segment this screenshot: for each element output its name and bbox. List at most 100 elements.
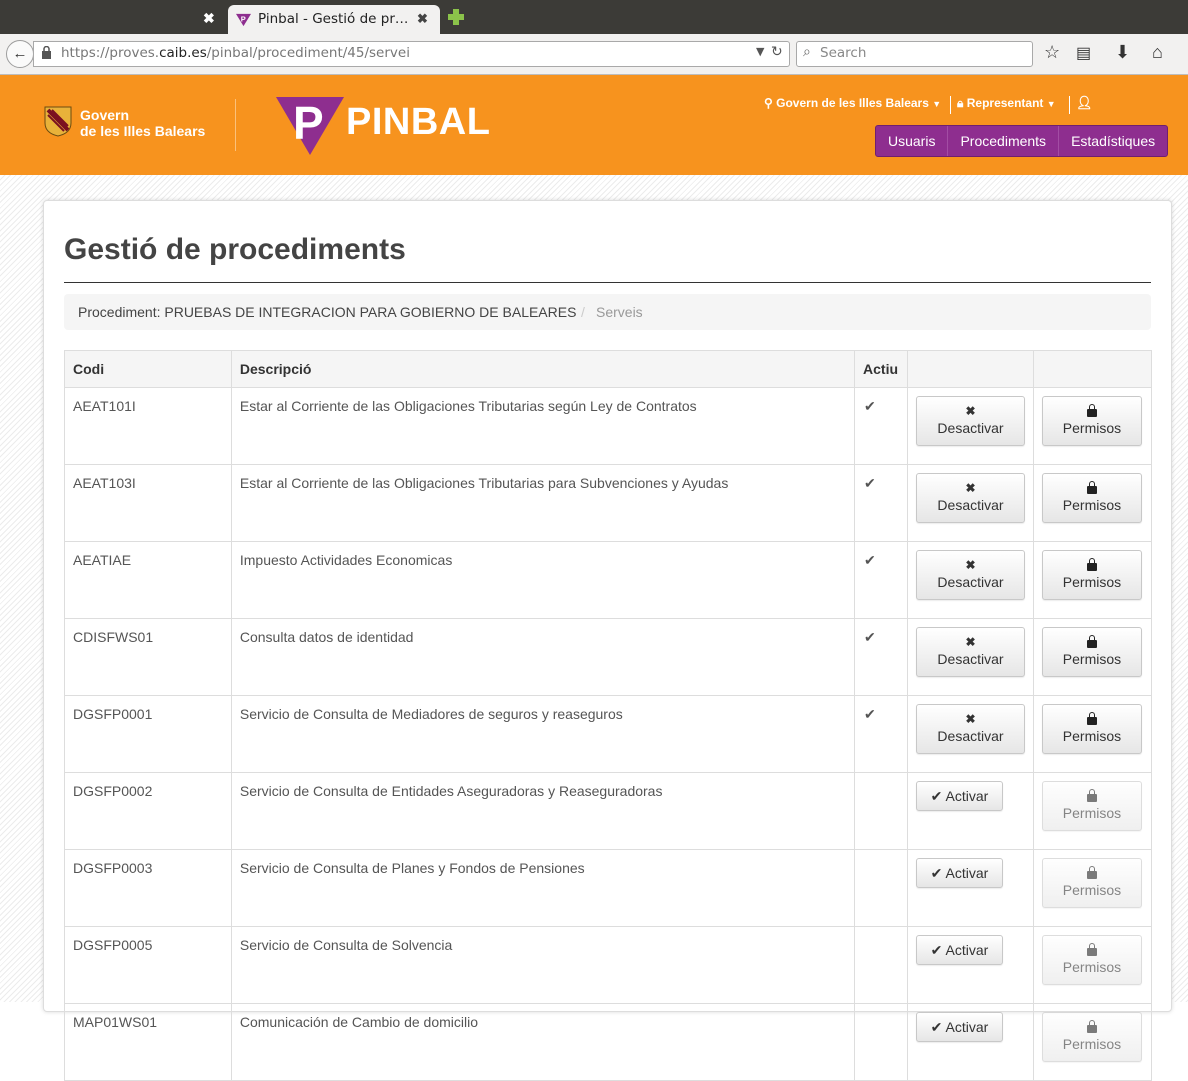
menu-item-usuaris[interactable]: Usuaris bbox=[876, 126, 949, 156]
deactivate-button[interactable]: ✖ Desactivar bbox=[916, 704, 1025, 754]
activate-button[interactable]: ✔ Activar bbox=[916, 935, 1003, 965]
tab-title: Pinbal - Gestió de pr… bbox=[258, 11, 409, 27]
cell-description: Servicio de Consulta de Entidades Asegur… bbox=[230, 772, 856, 850]
permissions-button[interactable]: Permisos bbox=[1041, 781, 1142, 831]
site-header: Govern de les Illes Balears P PINBAL ⚲ G… bbox=[0, 75, 1188, 175]
table-row: DGSFP0001 Servicio de Consulta de Mediado… bbox=[64, 695, 1153, 773]
browser-nav-bar: ← https://proves.caib.es/pinbal/procedim… bbox=[0, 34, 1188, 75]
close-tab-icon[interactable]: ✖ bbox=[203, 10, 215, 27]
check-icon: ✔ bbox=[864, 475, 876, 491]
role-menu[interactable]: 🔒︎ Representant ▼ bbox=[957, 96, 1056, 111]
cell-active bbox=[854, 926, 908, 1004]
permissions-button[interactable]: Permisos bbox=[1041, 396, 1142, 446]
cell-active: ✔ bbox=[854, 464, 908, 542]
caret-down-icon: ▼ bbox=[932, 99, 942, 109]
cell-description: Impuesto Actividades Economicas bbox=[230, 541, 856, 619]
cell-description: Estar al Corriente de las Obligaciones T… bbox=[230, 464, 856, 542]
check-icon: ✔ bbox=[864, 706, 876, 722]
back-icon[interactable]: ← bbox=[6, 40, 34, 68]
user-icon[interactable]: 👤︎ bbox=[1076, 95, 1093, 111]
close-tab-icon[interactable]: ✖ bbox=[417, 11, 428, 27]
cell-action: ✔ Activar bbox=[907, 849, 1034, 927]
user-bar: ⚲ Govern de les Illes Balears ▼ 🔒︎ Repre… bbox=[0, 95, 1188, 114]
column-header-descripcio: Descripció bbox=[230, 350, 856, 388]
cell-permissions: Permisos bbox=[1032, 541, 1153, 619]
deactivate-button[interactable]: ✖ Desactivar bbox=[916, 550, 1025, 600]
times-icon: ✖ bbox=[965, 481, 976, 495]
activate-button[interactable]: ✔ Activar bbox=[916, 858, 1003, 888]
cell-code: AEATIAE bbox=[64, 541, 232, 619]
cell-active bbox=[854, 849, 908, 927]
cell-action: ✔ Activar bbox=[907, 1003, 1034, 1081]
cell-code: AEAT101I bbox=[64, 387, 232, 465]
permissions-button[interactable]: Permisos bbox=[1041, 1012, 1142, 1062]
cell-code: MAP01WS01 bbox=[64, 1003, 232, 1081]
permissions-button[interactable]: Permisos bbox=[1041, 935, 1142, 985]
pinbal-favicon-icon: P bbox=[236, 13, 251, 27]
lock-icon bbox=[1086, 1020, 1097, 1033]
column-header-action bbox=[907, 350, 1034, 388]
cell-code: AEAT103I bbox=[64, 464, 232, 542]
table-row: CDISFWS01 Consulta datos de identidad ✔ ✖ De… bbox=[64, 618, 1153, 696]
lock-icon bbox=[1086, 481, 1097, 494]
lock-icon bbox=[1086, 558, 1097, 571]
cell-permissions: Permisos bbox=[1032, 1003, 1153, 1081]
cell-description: Servicio de Consulta de Solvencia bbox=[230, 926, 856, 1004]
cell-code: DGSFP0002 bbox=[64, 772, 232, 850]
reload-icon[interactable]: ↻ bbox=[771, 44, 783, 60]
table-row: MAP01WS01 Comunicación de Cambio de domic… bbox=[64, 1003, 1153, 1081]
activate-button[interactable]: ✔ Activar bbox=[916, 1012, 1003, 1042]
search-input[interactable]: ⌕ Search bbox=[796, 41, 1033, 67]
new-tab-icon[interactable] bbox=[448, 9, 464, 25]
cell-code: DGSFP0005 bbox=[64, 926, 232, 1004]
table-header-row: Codi Descripció Actiu bbox=[64, 350, 1153, 388]
lock-icon bbox=[1086, 943, 1097, 956]
entity-menu[interactable]: ⚲ Govern de les Illes Balears ▼ bbox=[764, 96, 941, 110]
menu-item-procediments[interactable]: Procediments bbox=[948, 126, 1060, 156]
browser-tab-bar: ✖ P Pinbal - Gestió de pr… ✖ bbox=[0, 0, 1188, 34]
cell-code: CDISFWS01 bbox=[64, 618, 232, 696]
url-text: https://proves.caib.es/pinbal/procedimen… bbox=[61, 45, 410, 61]
breadcrumb-procedure[interactable]: Procediment: PRUEBAS DE INTEGRACION PARA… bbox=[78, 294, 576, 330]
bookmark-star-icon[interactable]: ☆ bbox=[1044, 42, 1060, 63]
permissions-button[interactable]: Permisos bbox=[1041, 704, 1142, 754]
permissions-button[interactable]: Permisos bbox=[1041, 473, 1142, 523]
search-icon: ⌕ bbox=[803, 44, 811, 60]
cell-action: ✖ Desactivar bbox=[907, 464, 1034, 542]
map-marker-icon: ⚲ bbox=[764, 96, 773, 110]
table-row: DGSFP0005 Servicio de Consulta de Solvenc… bbox=[64, 926, 1153, 1004]
times-icon: ✖ bbox=[965, 635, 976, 649]
deactivate-button[interactable]: ✖ Desactivar bbox=[916, 473, 1025, 523]
main-menu: Usuaris Procediments Estadístiques bbox=[875, 125, 1169, 157]
breadcrumb-separator: / bbox=[581, 304, 585, 320]
permissions-button[interactable]: Permisos bbox=[1041, 627, 1142, 677]
permissions-button[interactable]: Permisos bbox=[1041, 550, 1142, 600]
menu-item-estadistiques[interactable]: Estadístiques bbox=[1059, 126, 1167, 156]
activate-button[interactable]: ✔ Activar bbox=[916, 781, 1003, 811]
home-icon[interactable]: ⌂ bbox=[1152, 42, 1163, 63]
cell-permissions: Permisos bbox=[1032, 695, 1153, 773]
cell-active: ✔ bbox=[854, 618, 908, 696]
deactivate-button[interactable]: ✖ Desactivar bbox=[916, 396, 1025, 446]
cell-action: ✖ Desactivar bbox=[907, 695, 1034, 773]
download-icon[interactable]: ⬇ bbox=[1115, 42, 1130, 63]
browser-tab-active[interactable]: P Pinbal - Gestió de pr… ✖ bbox=[228, 5, 440, 34]
user-bar-divider bbox=[1069, 96, 1070, 114]
lock-icon bbox=[1086, 635, 1097, 648]
lock-icon bbox=[1086, 866, 1097, 879]
reading-list-icon[interactable]: ▤ bbox=[1076, 43, 1091, 63]
cell-active: ✔ bbox=[854, 387, 908, 465]
cell-active bbox=[854, 1003, 908, 1081]
search-placeholder: Search bbox=[820, 45, 867, 61]
url-bar[interactable]: https://proves.caib.es/pinbal/procedimen… bbox=[33, 41, 790, 67]
breadcrumb-current: Serveis bbox=[596, 304, 643, 320]
table-row: AEATIAE Impuesto Actividades Economicas ✔ ✖… bbox=[64, 541, 1153, 619]
deactivate-button[interactable]: ✖ Desactivar bbox=[916, 627, 1025, 677]
cell-permissions: Permisos bbox=[1032, 849, 1153, 927]
cell-permissions: Permisos bbox=[1032, 772, 1153, 850]
url-dropdown-icon[interactable]: ▼ bbox=[756, 45, 764, 58]
lock-icon bbox=[42, 46, 51, 59]
permissions-button[interactable]: Permisos bbox=[1041, 858, 1142, 908]
cell-action: ✔ Activar bbox=[907, 926, 1034, 1004]
cell-action: ✖ Desactivar bbox=[907, 387, 1034, 465]
